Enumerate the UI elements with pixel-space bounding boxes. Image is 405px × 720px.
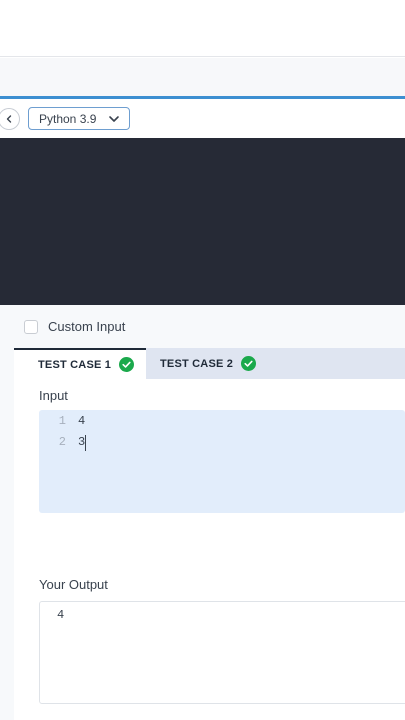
input-heading: Input bbox=[39, 388, 68, 403]
custom-input-toggle[interactable]: Custom Input bbox=[24, 319, 125, 334]
test-case-tabs: TEST CASE 1 TEST CASE 2 bbox=[14, 348, 405, 379]
code-editor[interactable] bbox=[0, 138, 405, 305]
tab-label: TEST CASE 1 bbox=[38, 358, 112, 371]
custom-input-label: Custom Input bbox=[48, 319, 126, 334]
test-panel: Custom Input TEST CASE 1 TEST CASE 2 Inp… bbox=[0, 305, 405, 720]
output-heading: Your Output bbox=[39, 577, 108, 592]
tab-label: TEST CASE 2 bbox=[160, 357, 234, 370]
line-value: 4 bbox=[78, 414, 86, 428]
chevron-down-icon bbox=[109, 116, 119, 122]
text-cursor bbox=[85, 435, 86, 451]
check-circle-icon bbox=[241, 356, 257, 371]
language-select-value: Python 3.9 bbox=[39, 111, 97, 126]
code-challenge-page: Python 3.9 Custom Input TEST CASE 1 TEST… bbox=[0, 0, 405, 720]
language-select[interactable]: Python 3.9 bbox=[28, 107, 130, 130]
check-circle-icon bbox=[119, 357, 135, 372]
header-area bbox=[0, 0, 405, 57]
test-case-body: Input 1 4 2 3 Your Output 4 bbox=[14, 379, 405, 720]
line-number: 2 bbox=[58, 435, 66, 449]
line-number: 1 bbox=[58, 414, 66, 428]
editor-toolbar: Python 3.9 bbox=[0, 99, 405, 138]
custom-input-checkbox[interactable] bbox=[24, 319, 38, 334]
tab-test-case-2[interactable]: TEST CASE 2 bbox=[146, 348, 405, 379]
output-box: 4 bbox=[39, 601, 405, 704]
tab-test-case-1[interactable]: TEST CASE 1 bbox=[14, 348, 146, 379]
input-box: 1 4 2 3 bbox=[39, 410, 405, 513]
output-value: 4 bbox=[57, 608, 65, 622]
header-gap bbox=[0, 58, 405, 96]
chevron-left-icon bbox=[6, 115, 12, 123]
collapse-button[interactable] bbox=[0, 108, 20, 130]
